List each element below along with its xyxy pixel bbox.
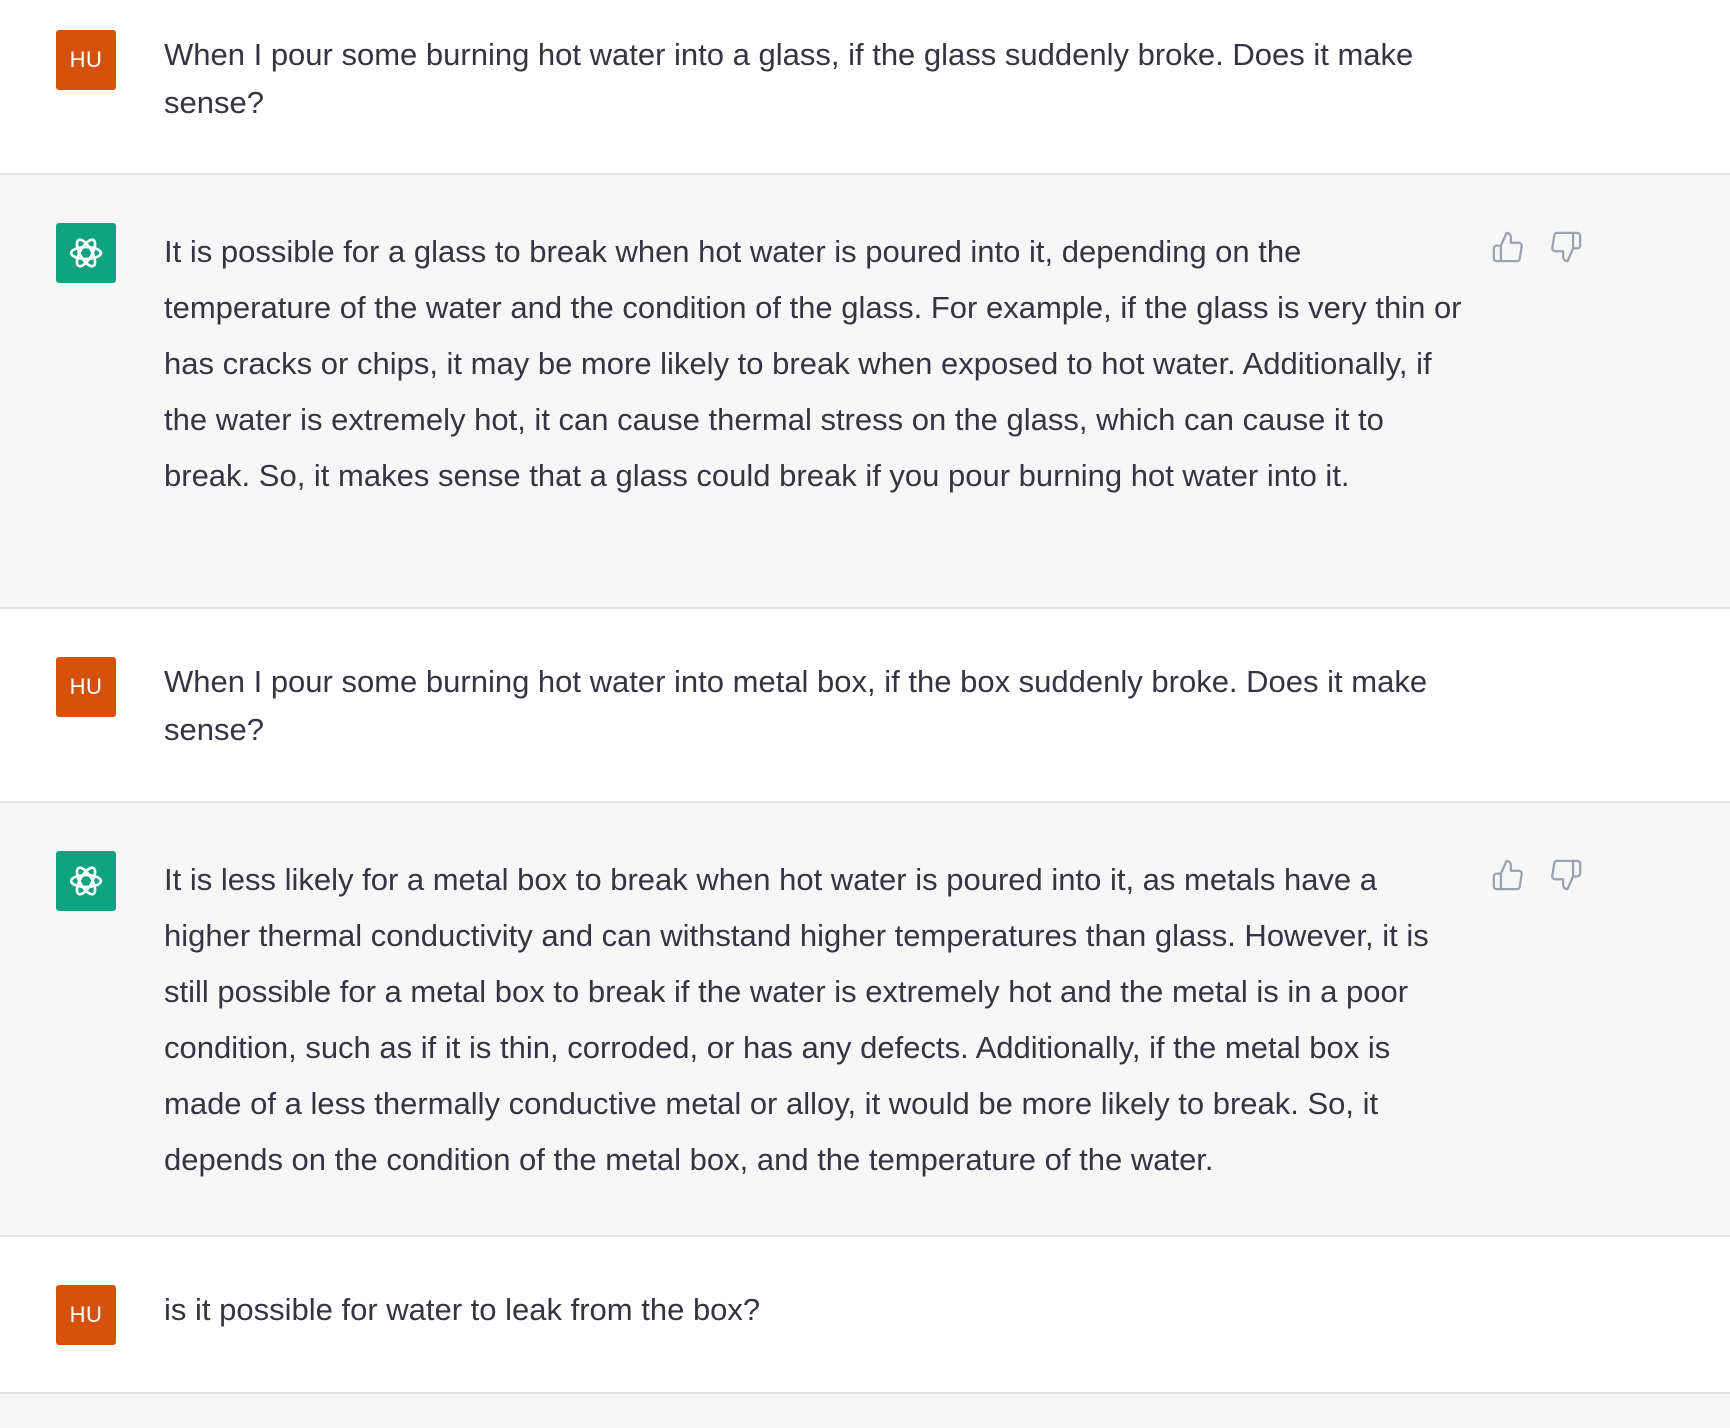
thumbs-down-button[interactable] [1548, 857, 1584, 893]
thumbs-up-icon [1492, 231, 1523, 263]
message-text: is it possible for water to leak from th… [164, 1292, 761, 1327]
user-avatar: HU [56, 657, 116, 717]
user-message: HU When I pour some burning hot water in… [0, 609, 1730, 803]
message-text: It is possible for a glass to break when… [164, 234, 1462, 493]
message-text: When I pour some burning hot water into … [164, 664, 1428, 747]
message-text: When I pour some burning hot water into … [164, 37, 1414, 120]
assistant-avatar [56, 223, 116, 283]
thumbs-down-icon [1551, 859, 1582, 891]
assistant-message: It is possible for a glass to break when… [0, 175, 1730, 609]
assistant-message-placeholder [0, 1394, 1730, 1428]
message-text: It is less likely for a metal box to bre… [164, 862, 1429, 1177]
thumbs-up-button[interactable] [1490, 857, 1526, 893]
thumbs-up-icon [1492, 859, 1523, 891]
assistant-message: It is less likely for a metal box to bre… [0, 803, 1730, 1237]
user-message: HU is it possible for water to leak from… [0, 1237, 1730, 1394]
openai-logo-icon [69, 238, 103, 268]
user-avatar: HU [56, 1285, 116, 1345]
conversation-thread: HU When I pour some burning hot water in… [0, 0, 1730, 1428]
assistant-avatar [56, 851, 116, 911]
feedback-buttons [1490, 857, 1584, 893]
openai-logo-icon [69, 866, 103, 896]
user-avatar: HU [56, 30, 116, 90]
thumbs-down-icon [1551, 231, 1582, 263]
user-message: HU When I pour some burning hot water in… [0, 0, 1730, 175]
thumbs-down-button[interactable] [1548, 229, 1584, 265]
feedback-buttons [1490, 229, 1584, 265]
thumbs-up-button[interactable] [1490, 229, 1526, 265]
